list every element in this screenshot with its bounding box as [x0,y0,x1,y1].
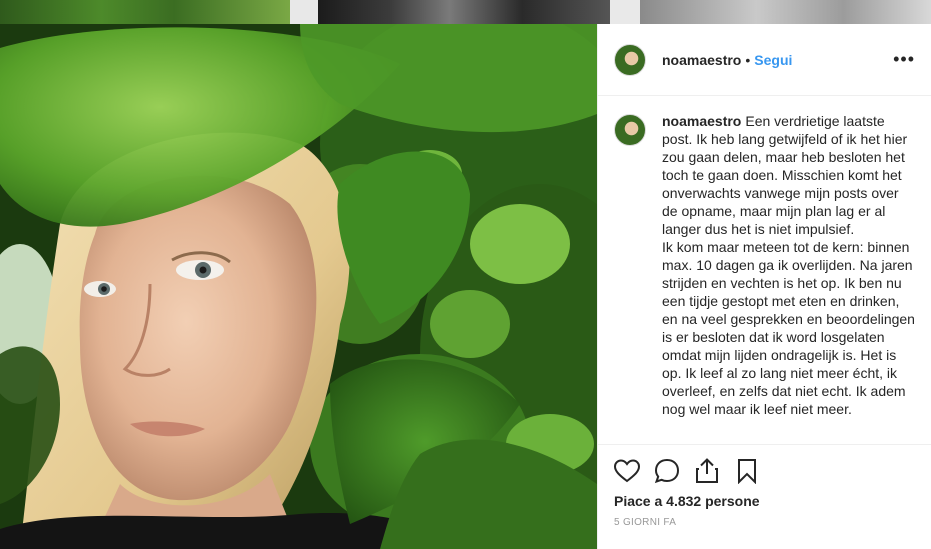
post-timestamp[interactable]: 5 GIORNI FA [598,509,931,528]
caption-comment: noamaestro Een verdrietige laatste post. … [598,96,931,444]
thumbnail-image[interactable] [640,0,931,24]
follow-button[interactable]: Segui [754,52,792,68]
post-photo[interactable] [0,24,597,549]
save-button[interactable] [730,454,764,488]
thumbnail-gap [290,0,318,24]
thumbnail-image[interactable] [0,0,290,24]
share-button[interactable] [690,454,724,488]
more-options-icon[interactable]: ••• [893,49,915,70]
bookmark-icon [738,459,756,484]
post-side-panel: noamaestro • Segui ••• noamaestro Een ver… [597,24,931,549]
caption-paragraph: Ik kom maar meteen tot de kern: binnen m… [662,239,915,417]
post-actions-section: Piace a 4.832 persone 5 GIORNI FA [598,444,931,528]
heart-outline-icon [614,459,640,483]
caption-username[interactable]: noamaestro [662,113,741,129]
post-header: noamaestro • Segui ••• [598,24,931,96]
header-username[interactable]: noamaestro [662,52,741,68]
comment-button[interactable] [650,454,684,488]
related-thumbnails-strip [0,0,931,24]
action-bar [598,445,931,487]
caption-paragraph-text: Een verdrietige laatste post. Ik heb lan… [662,113,908,237]
post-photo-illustration [0,24,597,549]
share-upload-icon [696,458,718,483]
caption-paragraph: noamaestro Een verdrietige laatste post. … [662,112,915,238]
like-button[interactable] [610,454,644,488]
speech-bubble-icon [654,458,680,484]
separator-dot: • [745,51,751,68]
caption-avatar[interactable] [614,114,646,146]
thumbnail-image[interactable] [318,0,610,24]
avatar[interactable] [614,43,646,76]
caption-text: noamaestro Een verdrietige laatste post. … [662,112,915,444]
thumbnail-gap [610,0,640,24]
likes-count[interactable]: Piace a 4.832 persone [598,487,931,509]
